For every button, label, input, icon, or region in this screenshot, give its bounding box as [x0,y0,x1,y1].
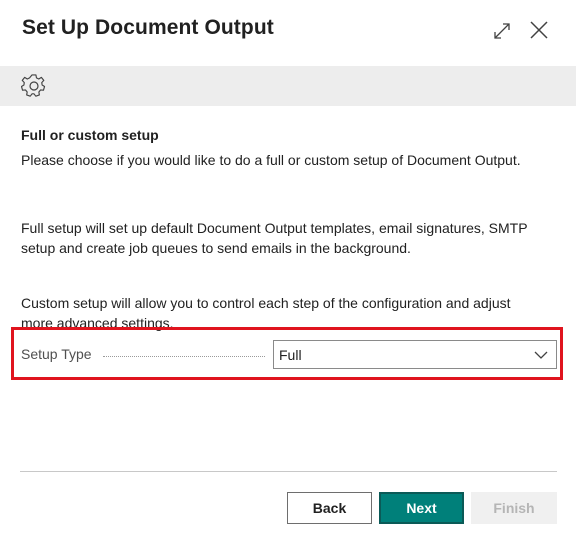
dialog-title: Set Up Document Output [22,16,274,39]
field-dotted-leader [103,356,265,357]
section-heading: Full or custom setup [21,127,159,143]
chevron-down-icon [534,351,548,359]
setup-dialog: Set Up Document Output Full or custom se… [0,0,576,541]
footer-divider [20,471,557,472]
back-button[interactable]: Back [287,492,372,524]
setup-type-label: Setup Type [21,346,92,362]
gear-icon[interactable] [20,73,47,99]
expand-icon[interactable] [490,19,514,43]
finish-button: Finish [471,492,557,524]
next-button[interactable]: Next [379,492,464,524]
close-icon[interactable] [527,18,551,42]
full-setup-description: Full setup will set up default Document … [21,220,528,256]
intro-text: Please choose if you would like to do a … [21,152,521,168]
action-bar [0,66,576,106]
setup-type-select[interactable]: Full [273,340,557,369]
setup-type-value: Full [279,347,302,363]
